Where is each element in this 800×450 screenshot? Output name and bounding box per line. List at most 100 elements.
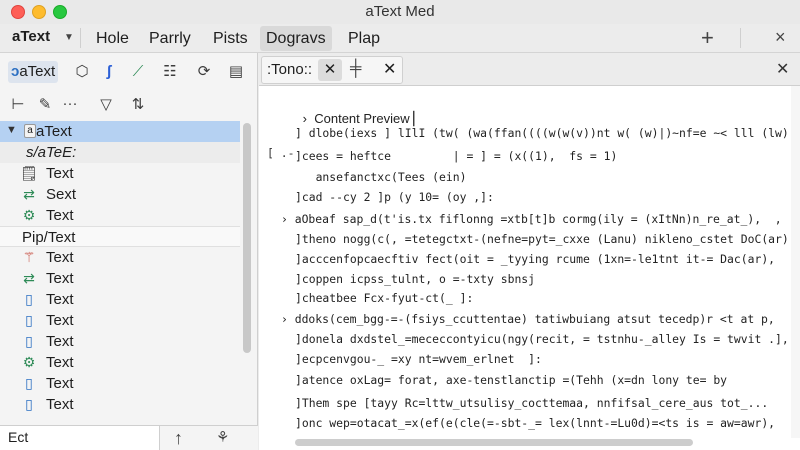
menu-item-hole[interactable]: Hole [90, 26, 135, 51]
hierarchy-icon[interactable]: ⊢ [8, 95, 28, 115]
sidebar-bottom-bar: Ect ↑ ⚘ [0, 425, 258, 450]
tree-item-label: Text [46, 270, 74, 287]
tree-item-label: Pip/Text [22, 229, 76, 246]
close-icon[interactable]: ✕ [318, 59, 342, 81]
tree-item[interactable]: 🗒 Text [0, 163, 240, 184]
tab-bar: :Tono:: ✕ ╪ ✕ ✕ [259, 53, 800, 86]
tab-label: :Tono:: [267, 61, 313, 78]
menu-item-pists[interactable]: Pists [207, 26, 254, 51]
doc-icon: ▯ [25, 375, 33, 391]
tree-item-label: aText [36, 123, 72, 140]
tree-item[interactable]: ▯ Text [0, 373, 240, 394]
more-icon[interactable]: ··· [60, 94, 80, 114]
tree-item-label: Text [46, 207, 74, 224]
tree-item[interactable]: ⇄ Text [0, 268, 240, 289]
tree-item[interactable]: ▯ Text [0, 331, 240, 352]
calendar-icon[interactable]: ☷ [160, 62, 180, 82]
content-line: ]donela dxdstel_=mececcontyicu(ngy(recit… [295, 332, 789, 346]
content-line: ddoks(cem_bgg-=-(fsiys_ccuttentae) tatiw… [294, 312, 775, 326]
content-line: ]theno nogg(c(, =tetegctxt-(nefne=pyt=_c… [295, 232, 800, 246]
tree-item-label: Text [46, 375, 74, 392]
tree-item-label: Text [46, 165, 74, 182]
doc-icon: ▯ [25, 396, 33, 412]
close-icon[interactable]: × [775, 27, 786, 48]
split-icon[interactable]: ╪ [350, 60, 361, 78]
sync-icon[interactable]: ⟳ [194, 62, 214, 82]
content-line: ]cees = heftce | = ] = (x((1), fs = 1) [295, 149, 618, 163]
tree-item[interactable]: ▯ Text [0, 289, 240, 310]
content-line-row: › aObeaf sap_d(t'is.tx fiflonng =xtb[t]b… [281, 212, 782, 226]
tree-item[interactable]: ▯ Text [0, 394, 240, 415]
menu-divider [80, 28, 81, 48]
close-icon[interactable]: ✕ [383, 59, 396, 79]
edit-icon[interactable]: ✎ [35, 95, 55, 115]
sidebar: ↄaText ⬡ ʃ ⟋ ☷ ⟳ ▤ ⊢ ✎ ··· ▽ ⇅ ▼ a aText s/… [0, 53, 258, 450]
wand-icon[interactable]: ⟋ [128, 62, 148, 82]
editor-vertical-scrollbar[interactable] [791, 86, 800, 438]
gear-icon: ⚙ [22, 354, 36, 370]
shuffle-icon: ⇄ [23, 186, 35, 202]
tree-item-label: Text [46, 249, 74, 266]
tree-item[interactable]: ⇄ Sext [0, 184, 240, 205]
add-button[interactable]: + [701, 25, 714, 51]
tree-item[interactable]: s/aTeE: [0, 142, 240, 163]
tree-item-label: Text [46, 291, 74, 308]
snippet-tree: ▼ a aText s/aTeE: 🗒 Text ⇄ Sext ⚙ Text Pip/Text ⚚ Te… [0, 121, 240, 423]
doc-icon: ▯ [25, 333, 33, 349]
content-line: ]acccenfopcaecftiv fect(oit = _tyying rc… [295, 252, 776, 266]
tree-item-label: Sext [46, 186, 77, 203]
content-line: aObeaf sap_d(t'is.tx fiflonng =xtb[t]b c… [294, 212, 782, 226]
doc-icon: ▯ [25, 291, 33, 307]
filter-icon[interactable]: ▽ [96, 95, 116, 115]
content-line: ]coppen icpss_tulnt, o =-txty sbnsj [295, 272, 536, 286]
tree-item-label: Text [46, 354, 74, 371]
menu-item-plap[interactable]: Plap [342, 26, 386, 51]
tree-item-label: s/aTeE: [26, 144, 77, 161]
content-line: ]cad --cy 2 ]p (y 10= (oy ,]: [295, 190, 494, 204]
sidebar-app-label-text: aText [19, 63, 56, 80]
content-preview[interactable]: › Content Preview ▏ [ .- ] dlobe(iexs ] … [259, 86, 800, 435]
editor-horizontal-scrollbar[interactable] [295, 439, 693, 446]
sidebar-toolbar-secondary: ⊢ ✎ ··· ▽ ⇅ [0, 89, 258, 121]
tree-item-label: Text [46, 396, 74, 413]
note-icon: 🗒 [20, 165, 38, 181]
tree-item[interactable]: ⚙ Text [0, 205, 240, 226]
tree-item-label: Text [46, 333, 74, 350]
tab-tono[interactable]: :Tono:: ✕ ╪ ✕ [261, 56, 403, 84]
chevron-right-icon: › [302, 111, 315, 126]
doc-icon: ▯ [25, 312, 33, 328]
sidebar-filter-input[interactable]: Ect [0, 426, 160, 450]
disclosure-icon[interactable]: ▼ [6, 124, 17, 136]
tree-item[interactable]: ⚙ Text [0, 352, 240, 373]
content-line: ]onc wep=otacat_=x(ef(e(cle(=-sbt-_= lex… [295, 416, 776, 430]
menu-bar: aText ▼ Hole Parrly Pists Dogravs Plap +… [0, 24, 800, 53]
sidebar-scrollbar[interactable] [243, 123, 251, 353]
tree-item[interactable]: ⚚ Text [0, 247, 240, 268]
tree-item-label: Text [46, 312, 74, 329]
tree-item[interactable]: ▼ a aText [0, 121, 240, 142]
sidebar-app-label[interactable]: ↄaText [8, 61, 59, 83]
content-line-row: › ddoks(cem_bgg-=-(fsiys_ccuttentae) tat… [281, 312, 775, 326]
tree-icon[interactable]: ⚘ [216, 426, 229, 450]
menu-item-dogravs[interactable]: Dogravs [260, 26, 332, 51]
gear-icon: ⚙ [22, 207, 36, 223]
menu-item-parrly[interactable]: Parrly [143, 26, 197, 51]
tree-item[interactable]: ▯ Text [0, 310, 240, 331]
hexagon-icon[interactable]: ⬡ [72, 62, 92, 82]
chevron-right-icon[interactable]: › [281, 312, 295, 326]
content-line: ]cheatbee Fcx-fyut-ct(_ ]: [295, 291, 474, 305]
tree-group[interactable]: Pip/Text [0, 226, 240, 247]
close-pane-icon[interactable]: ✕ [776, 59, 789, 79]
arrow-up-icon[interactable]: ↑ [174, 426, 183, 450]
title-bar: aText Med [0, 0, 800, 24]
gutter-marker: [ .- [267, 146, 295, 160]
sort-icon[interactable]: ⇅ [128, 95, 148, 115]
content-line: ]atence oxLag= forat, axe-tenstlanctip =… [295, 373, 728, 387]
content-line: ]Them spe [tayy Rc=lttw_utsulisy_cocttem… [295, 396, 769, 410]
curve-icon[interactable]: ʃ [99, 62, 119, 82]
app-menu[interactable]: aText [12, 28, 50, 45]
shuffle-icon: ⇄ [23, 270, 35, 286]
chevron-right-icon[interactable]: › [281, 212, 295, 226]
chevron-down-icon[interactable]: ▼ [64, 32, 74, 43]
clipboard-icon[interactable]: ▤ [226, 62, 246, 82]
